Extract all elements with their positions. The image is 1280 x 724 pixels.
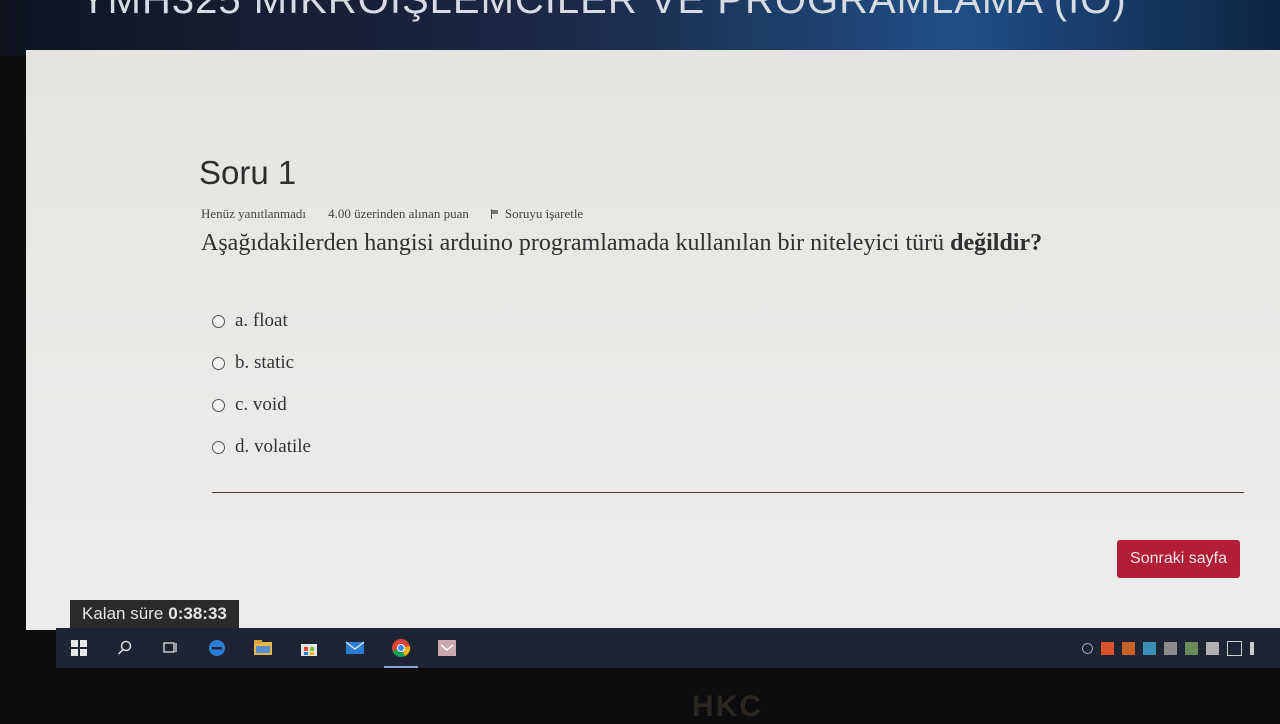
flag-question-label: Soruyu işaretle [504, 206, 584, 221]
course-title: YMH325 MİKROİŞLEMCİLER VE PROGRAMLAMA (İ… [80, 0, 1127, 22]
tray-app-icon[interactable] [1185, 641, 1198, 655]
edge-icon [209, 640, 225, 656]
tray-app-icon[interactable] [1164, 641, 1177, 655]
windows-start-button[interactable] [56, 628, 102, 668]
timer-label: Kalan süre [82, 604, 164, 623]
search-icon [117, 640, 132, 655]
answer-option-d[interactable]: d. volatile [212, 426, 311, 468]
taskbar-search-button[interactable] [102, 628, 148, 668]
volume-icon[interactable] [1250, 641, 1260, 655]
file-explorer-button[interactable] [240, 628, 286, 668]
answer-label: b. static [235, 352, 295, 373]
mail-button[interactable] [332, 628, 378, 668]
question-status: Henüz yanıtlanmadı [201, 206, 307, 221]
answer-label: d. volatile [235, 436, 311, 457]
tray-app-icon[interactable] [1122, 641, 1135, 655]
question-info: Henüz yanıtlanmadı 4.00 üzerinden alınan… [201, 206, 583, 222]
timer-value: 0:38:33 [168, 604, 227, 623]
windows-taskbar [56, 628, 1280, 668]
answer-option-b[interactable]: b. static [212, 342, 311, 384]
divider [212, 492, 1244, 493]
radio-button[interactable] [212, 440, 225, 454]
tray-app-icon[interactable] [1143, 641, 1156, 655]
edge-button[interactable] [194, 628, 240, 668]
course-header-banner: YMH325 MİKROİŞLEMCİLER VE PROGRAMLAMA (İ… [0, 0, 1280, 56]
flag-question-link[interactable]: Soruyu işaretle [490, 206, 584, 222]
windows-icon [71, 640, 87, 656]
app-icon [438, 640, 456, 656]
app-button[interactable] [424, 628, 470, 668]
radio-button[interactable] [212, 398, 225, 412]
answer-option-a[interactable]: a. float [212, 300, 311, 342]
answer-label: c. void [235, 394, 287, 415]
task-view-icon [163, 642, 177, 653]
flag-icon [490, 209, 499, 219]
quiz-page: Soru 1 Henüz yanıtlanmadı 4.00 üzerinden… [26, 50, 1280, 630]
people-icon[interactable] [1082, 642, 1093, 654]
answer-option-c[interactable]: c. void [212, 384, 311, 426]
system-tray [1082, 628, 1260, 668]
mail-icon [345, 641, 365, 654]
answer-options: a. float b. static c. void d. volatile [212, 300, 311, 468]
question-text-emphasis: değildir? [950, 230, 1043, 256]
tray-app-icon[interactable] [1206, 641, 1219, 655]
file-explorer-icon [254, 640, 272, 655]
chrome-icon [392, 639, 411, 657]
store-button[interactable] [286, 628, 332, 668]
question-grade: 4.00 üzerinden alınan puan [328, 206, 469, 221]
radio-button[interactable] [212, 314, 225, 328]
store-icon [301, 644, 317, 656]
time-remaining: Kalan süre 0:38:33 [70, 600, 239, 628]
radio-button[interactable] [212, 356, 225, 370]
chrome-button[interactable] [378, 628, 424, 668]
question-title: Soru 1 [199, 154, 297, 191]
monitor-brand-logo: HKC [692, 690, 763, 723]
task-view-button[interactable] [148, 628, 194, 668]
tray-app-icon[interactable] [1101, 641, 1114, 655]
question-text-main: Aşağıdakilerden hangisi arduino programl… [201, 230, 951, 256]
answer-label: a. float [235, 310, 288, 331]
network-icon[interactable] [1227, 640, 1242, 656]
next-page-button[interactable]: Sonraki sayfa [1117, 540, 1240, 578]
question-text: Aşağıdakilerden hangisi arduino programl… [201, 230, 1251, 257]
